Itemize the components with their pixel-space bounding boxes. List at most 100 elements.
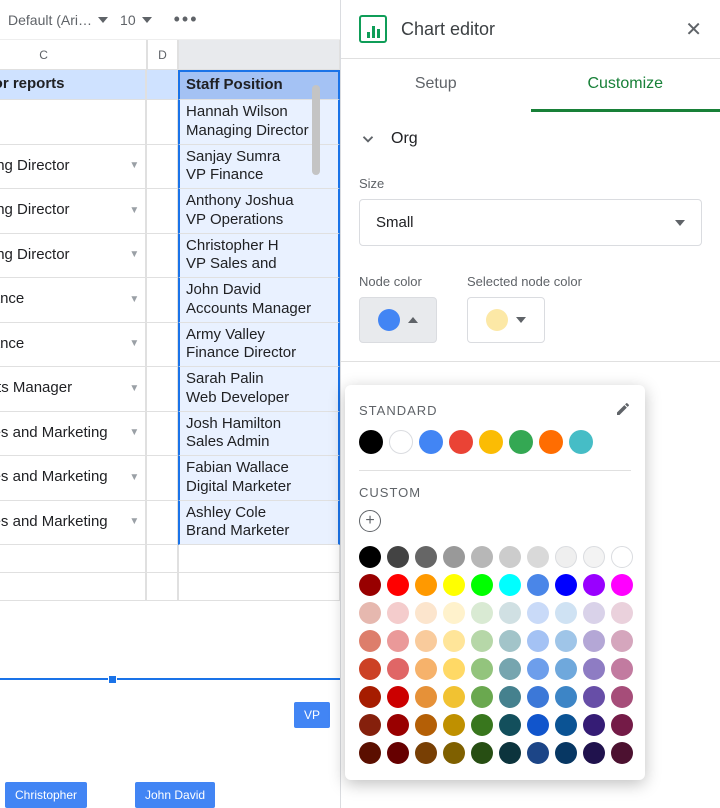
cell[interactable]: Ashley Cole Brand Marketer	[178, 501, 340, 546]
color-swatch[interactable]	[389, 430, 413, 454]
color-swatch[interactable]	[527, 546, 549, 568]
cell[interactable]: Managing Director▼	[0, 234, 146, 279]
color-swatch[interactable]	[387, 686, 409, 708]
more-toolbar-button[interactable]: •••	[164, 9, 209, 30]
color-swatch[interactable]	[611, 574, 633, 596]
color-swatch[interactable]	[583, 714, 605, 736]
cell[interactable]: Managing Director▼	[0, 189, 146, 234]
color-swatch[interactable]	[583, 742, 605, 764]
color-swatch[interactable]	[415, 546, 437, 568]
selection-handle[interactable]	[108, 675, 117, 684]
close-panel-button[interactable]: ✕	[685, 17, 702, 42]
table-row[interactable]	[0, 573, 340, 601]
color-swatch[interactable]	[611, 630, 633, 652]
table-row[interactable]: VP Finance▼ John David Accounts Manager	[0, 278, 340, 323]
color-swatch[interactable]	[499, 574, 521, 596]
cell[interactable]: Christopher H VP Sales and	[178, 234, 340, 279]
color-swatch[interactable]	[527, 714, 549, 736]
color-swatch[interactable]	[471, 602, 493, 624]
data-validation-icon[interactable]: ▼	[123, 427, 139, 440]
cell[interactable]: Anthony Joshua VP Operations	[178, 189, 340, 234]
color-swatch[interactable]	[499, 714, 521, 736]
color-swatch[interactable]	[611, 714, 633, 736]
node-color-button[interactable]	[359, 297, 437, 343]
color-swatch[interactable]	[415, 630, 437, 652]
color-swatch[interactable]	[555, 714, 577, 736]
font-family-select[interactable]: Default (Ari…	[8, 12, 108, 28]
color-swatch[interactable]	[499, 658, 521, 680]
color-swatch[interactable]	[449, 430, 473, 454]
org-chart-node[interactable]: VP	[294, 702, 330, 728]
table-row[interactable]: VP Sales and Marketing▼ Josh Hamilton Sa…	[0, 412, 340, 457]
color-swatch[interactable]	[509, 430, 533, 454]
cell[interactable]: VP Finance▼	[0, 278, 146, 323]
column-header-c[interactable]: C	[0, 40, 147, 70]
color-swatch[interactable]	[415, 714, 437, 736]
color-swatch[interactable]	[443, 686, 465, 708]
color-swatch[interactable]	[387, 714, 409, 736]
color-swatch[interactable]	[499, 602, 521, 624]
cell[interactable]	[146, 367, 178, 412]
color-swatch[interactable]	[555, 574, 577, 596]
cell[interactable]	[146, 456, 178, 501]
color-swatch[interactable]	[583, 546, 605, 568]
cell[interactable]: Superior reports	[0, 70, 146, 100]
color-swatch[interactable]	[527, 630, 549, 652]
table-row[interactable]: Managing Director▼ Anthony Joshua VP Ope…	[0, 189, 340, 234]
color-swatch[interactable]	[415, 574, 437, 596]
color-swatch[interactable]	[471, 574, 493, 596]
cell[interactable]	[178, 573, 340, 601]
org-chart-node[interactable]: John David	[135, 782, 215, 808]
color-swatch[interactable]	[415, 658, 437, 680]
color-swatch[interactable]	[611, 546, 633, 568]
cell[interactable]: VP Finance▼	[0, 323, 146, 368]
data-validation-icon[interactable]: ▼	[123, 160, 139, 173]
color-swatch[interactable]	[415, 686, 437, 708]
color-swatch[interactable]	[387, 742, 409, 764]
cell[interactable]	[146, 501, 178, 546]
color-swatch[interactable]	[527, 574, 549, 596]
color-swatch[interactable]	[527, 602, 549, 624]
color-swatch[interactable]	[387, 602, 409, 624]
color-swatch[interactable]	[471, 630, 493, 652]
color-swatch[interactable]	[415, 742, 437, 764]
data-validation-icon[interactable]: ▼	[123, 472, 139, 485]
scrollbar-thumb[interactable]	[312, 85, 320, 175]
color-swatch[interactable]	[471, 686, 493, 708]
color-swatch[interactable]	[499, 742, 521, 764]
color-swatch[interactable]	[583, 602, 605, 624]
color-swatch[interactable]	[555, 546, 577, 568]
color-swatch[interactable]	[443, 546, 465, 568]
color-swatch[interactable]	[583, 658, 605, 680]
color-swatch[interactable]	[555, 602, 577, 624]
table-row[interactable]: VP Sales and Marketing▼ Fabian Wallace D…	[0, 456, 340, 501]
color-swatch[interactable]	[387, 658, 409, 680]
table-row[interactable]: Accounts Manager▼ Sarah Palin Web Develo…	[0, 367, 340, 412]
color-swatch[interactable]	[443, 742, 465, 764]
color-swatch[interactable]	[583, 686, 605, 708]
color-swatch[interactable]	[359, 602, 381, 624]
add-custom-color-button[interactable]: +	[359, 510, 381, 532]
data-validation-icon[interactable]: ▼	[123, 294, 139, 307]
color-swatch[interactable]	[359, 742, 381, 764]
color-swatch[interactable]	[443, 714, 465, 736]
color-swatch[interactable]	[443, 574, 465, 596]
color-swatch[interactable]	[583, 574, 605, 596]
data-validation-icon[interactable]: ▼	[123, 516, 139, 529]
table-row[interactable]: Managing Director▼ Sanjay Sumra VP Finan…	[0, 145, 340, 190]
cell[interactable]	[146, 323, 178, 368]
color-swatch[interactable]	[415, 602, 437, 624]
size-select[interactable]: Small	[359, 199, 702, 246]
color-swatch[interactable]	[611, 686, 633, 708]
cell[interactable]	[146, 234, 178, 279]
color-swatch[interactable]	[527, 686, 549, 708]
color-swatch[interactable]	[539, 430, 563, 454]
color-swatch[interactable]	[419, 430, 443, 454]
data-validation-icon[interactable]: ▼	[123, 338, 139, 351]
color-swatch[interactable]	[359, 630, 381, 652]
cell[interactable]	[146, 70, 178, 100]
cell[interactable]: VP Sales and Marketing▼	[0, 456, 146, 501]
cell[interactable]	[146, 145, 178, 190]
cell[interactable]: Sarah Palin Web Developer	[178, 367, 340, 412]
cell[interactable]	[146, 545, 178, 573]
